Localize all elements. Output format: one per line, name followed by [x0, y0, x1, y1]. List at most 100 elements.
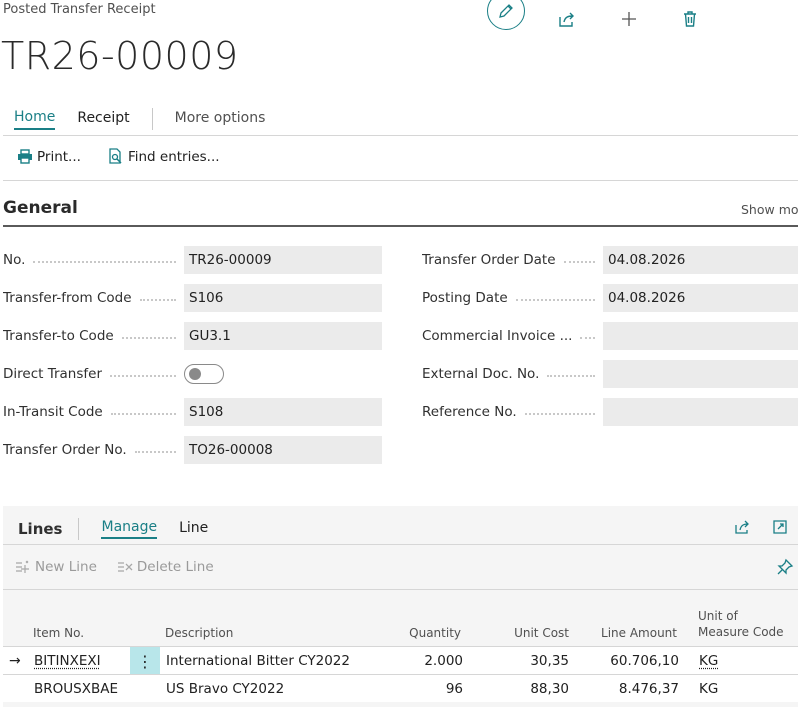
find-entries-button[interactable]: Find entries...	[107, 148, 220, 165]
delete-line-button[interactable]: Delete Line	[117, 559, 214, 575]
transfer-to-code-value[interactable]: GU3.1	[184, 322, 382, 350]
tab-manage[interactable]: Manage	[101, 519, 158, 539]
toggle-knob	[189, 368, 201, 380]
lines-divider	[78, 518, 80, 540]
delete-icon	[684, 11, 696, 27]
divider	[3, 544, 798, 545]
line-amount-cell[interactable]: 60.706,10	[583, 647, 679, 675]
field-label: Transfer Order No.	[3, 442, 127, 458]
field-no: No. TR26-00009	[3, 246, 382, 274]
row-menu-button[interactable]: ⋮	[130, 647, 160, 675]
field-dots	[121, 337, 176, 339]
general-section-title[interactable]: General	[3, 198, 78, 218]
field-in-transit-code: In-Transit Code S108	[3, 398, 382, 426]
delete-line-icon	[117, 562, 133, 572]
field-dots	[580, 337, 595, 339]
field-dots	[33, 261, 176, 263]
field-direct-transfer: Direct Transfer	[3, 360, 382, 388]
unit-cost-cell[interactable]: 88,30	[483, 675, 569, 703]
row-indicator-arrow-icon: →	[9, 653, 21, 669]
tab-home[interactable]: Home	[14, 109, 56, 130]
column-header-line-amount[interactable]: Line Amount	[597, 626, 677, 640]
print-button[interactable]: Print...	[17, 149, 81, 165]
uom-cell[interactable]: KG	[699, 647, 718, 675]
field-transfer-order-date: Transfer Order Date 04.08.2026	[422, 246, 798, 274]
new-button[interactable]	[611, 6, 647, 32]
transfer-order-no-value[interactable]: TO26-00008	[184, 436, 382, 464]
field-external-doc-no: External Doc. No.	[422, 360, 798, 388]
posting-date-value[interactable]: 04.08.2026	[603, 284, 798, 312]
reference-no-value[interactable]	[603, 398, 798, 426]
field-dots	[563, 261, 595, 263]
new-line-label: New Line	[35, 559, 97, 575]
lines-share-button[interactable]	[724, 516, 761, 538]
personalize-button[interactable]	[776, 558, 794, 580]
description-cell[interactable]: International Bitter CY2022	[166, 647, 350, 675]
field-dots	[134, 451, 176, 453]
divider	[3, 135, 798, 136]
field-label: Transfer-from Code	[3, 290, 132, 306]
unit-cost-cell[interactable]: 30,35	[483, 647, 569, 675]
transfer-from-code-value[interactable]: S106	[184, 284, 382, 312]
column-header-uom[interactable]: Unit of Measure Code	[698, 608, 784, 640]
direct-transfer-wrap	[184, 364, 382, 384]
description-cell[interactable]: US Bravo CY2022	[166, 675, 284, 703]
column-header-item-no[interactable]: Item No.	[33, 626, 84, 640]
field-dots	[524, 413, 595, 415]
find-entries-label: Find entries...	[127, 148, 220, 165]
uom-header-line-1: Unit of	[698, 609, 738, 623]
delete-line-label: Delete Line	[136, 559, 214, 575]
delete-button[interactable]	[672, 6, 708, 32]
tab-more-options[interactable]: More options	[175, 110, 266, 129]
external-doc-no-value[interactable]	[603, 360, 798, 388]
field-dots	[110, 375, 176, 377]
table-row[interactable]: → BITINXEXI ⋮ International Bitter CY202…	[3, 646, 798, 675]
commercial-invoice-value[interactable]	[603, 322, 798, 350]
field-dots	[139, 299, 176, 301]
direct-transfer-toggle[interactable]	[184, 364, 224, 384]
tab-receipt[interactable]: Receipt	[77, 110, 129, 129]
tab-line[interactable]: Line	[179, 520, 208, 538]
show-more-link[interactable]: Show more	[741, 202, 798, 217]
transfer-order-date-value[interactable]: 04.08.2026	[603, 246, 798, 274]
column-header-unit-cost[interactable]: Unit Cost	[499, 626, 569, 640]
lines-header: Lines Manage Line	[18, 518, 230, 540]
action-bar: Print... Find entries...	[17, 148, 246, 165]
lines-expand-button[interactable]	[761, 516, 798, 538]
column-header-description[interactable]: Description	[165, 626, 233, 640]
in-transit-code-value[interactable]: S108	[184, 398, 382, 426]
new-line-button[interactable]: New Line	[15, 559, 97, 575]
field-reference-no: Reference No.	[422, 398, 798, 426]
table-row[interactable]: BROUSXBAE US Bravo CY2022 96 88,30 8.476…	[3, 674, 798, 702]
quantity-cell[interactable]: 96	[391, 675, 463, 703]
field-label: External Doc. No.	[422, 366, 540, 382]
quantity-cell[interactable]: 2.000	[391, 647, 463, 675]
item-no-cell[interactable]: BROUSXBAE	[34, 675, 118, 703]
page-title: TR26-00009	[1, 34, 239, 78]
edit-button[interactable]	[487, 0, 525, 30]
column-header-quantity[interactable]: Quantity	[401, 626, 461, 640]
breadcrumb: Posted Transfer Receipt	[3, 2, 156, 17]
add-icon	[622, 12, 636, 26]
share-button[interactable]	[549, 6, 585, 32]
field-label: Posting Date	[422, 290, 508, 306]
field-transfer-to-code: Transfer-to Code GU3.1	[3, 322, 382, 350]
no-value[interactable]: TR26-00009	[184, 246, 382, 274]
expand-icon	[772, 520, 787, 534]
tab-divider	[151, 108, 153, 130]
field-label: Reference No.	[422, 404, 517, 420]
field-dots	[110, 413, 176, 415]
field-posting-date: Posting Date 04.08.2026	[422, 284, 798, 312]
line-amount-cell[interactable]: 8.476,37	[583, 675, 679, 703]
share-icon	[734, 520, 749, 534]
lines-title[interactable]: Lines	[18, 520, 62, 538]
field-dots	[515, 299, 595, 301]
uom-cell[interactable]: KG	[699, 675, 718, 703]
field-transfer-from-code: Transfer-from Code S106	[3, 284, 382, 312]
lines-grid: Item No. Description Quantity Unit Cost …	[3, 606, 798, 702]
grid-header: Item No. Description Quantity Unit Cost …	[3, 606, 798, 646]
find-entries-icon	[109, 148, 122, 164]
item-no-cell[interactable]: BITINXEXI	[34, 647, 101, 675]
field-transfer-order-no: Transfer Order No. TO26-00008	[3, 436, 382, 464]
uom-header-line-2: Measure Code	[698, 625, 784, 639]
